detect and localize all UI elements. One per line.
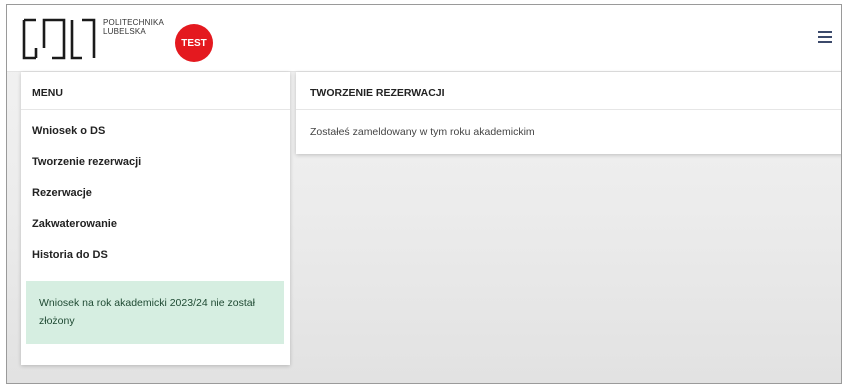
page-title: TWORZENIE REZERWACJI [296,72,841,110]
status-message: Zostałeś zameldowany w tym roku akademic… [310,126,535,138]
hamburger-menu-icon[interactable] [818,31,832,43]
application-status-notice: Wniosek na rok akademicki 2023/24 nie zo… [26,281,284,344]
logo-line-1: POLITECHNIKA [103,18,165,27]
main-content-card: TWORZENIE REZERWACJI Zostałeś zameldowan… [296,72,841,154]
menu-item-rezerwacje[interactable]: Rezerwacje [21,182,290,213]
menu-item-historia-do-ds[interactable]: Historia do DS [21,244,290,275]
menu-item-tworzenie-rezerwacji[interactable]: Tworzenie rezerwacji [21,151,290,182]
top-bar: POLITECHNIKA LUBELSKA TEST [7,5,841,72]
logo-line-2: LUBELSKA [103,27,146,36]
politechnika-logo-icon[interactable] [20,18,98,60]
menu-title: MENU [21,72,290,110]
menu-list: Wniosek o DS Tworzenie rezerwacji Rezerw… [21,110,290,275]
sidebar-menu: MENU Wniosek o DS Tworzenie rezerwacji R… [21,72,290,365]
app-frame: POLITECHNIKA LUBELSKA TEST MENU Wniosek … [6,4,842,384]
menu-item-wniosek-o-ds[interactable]: Wniosek o DS [21,120,290,151]
test-badge: TEST [175,24,213,62]
menu-item-zakwaterowanie[interactable]: Zakwaterowanie [21,213,290,244]
university-name: POLITECHNIKA LUBELSKA [103,18,164,36]
